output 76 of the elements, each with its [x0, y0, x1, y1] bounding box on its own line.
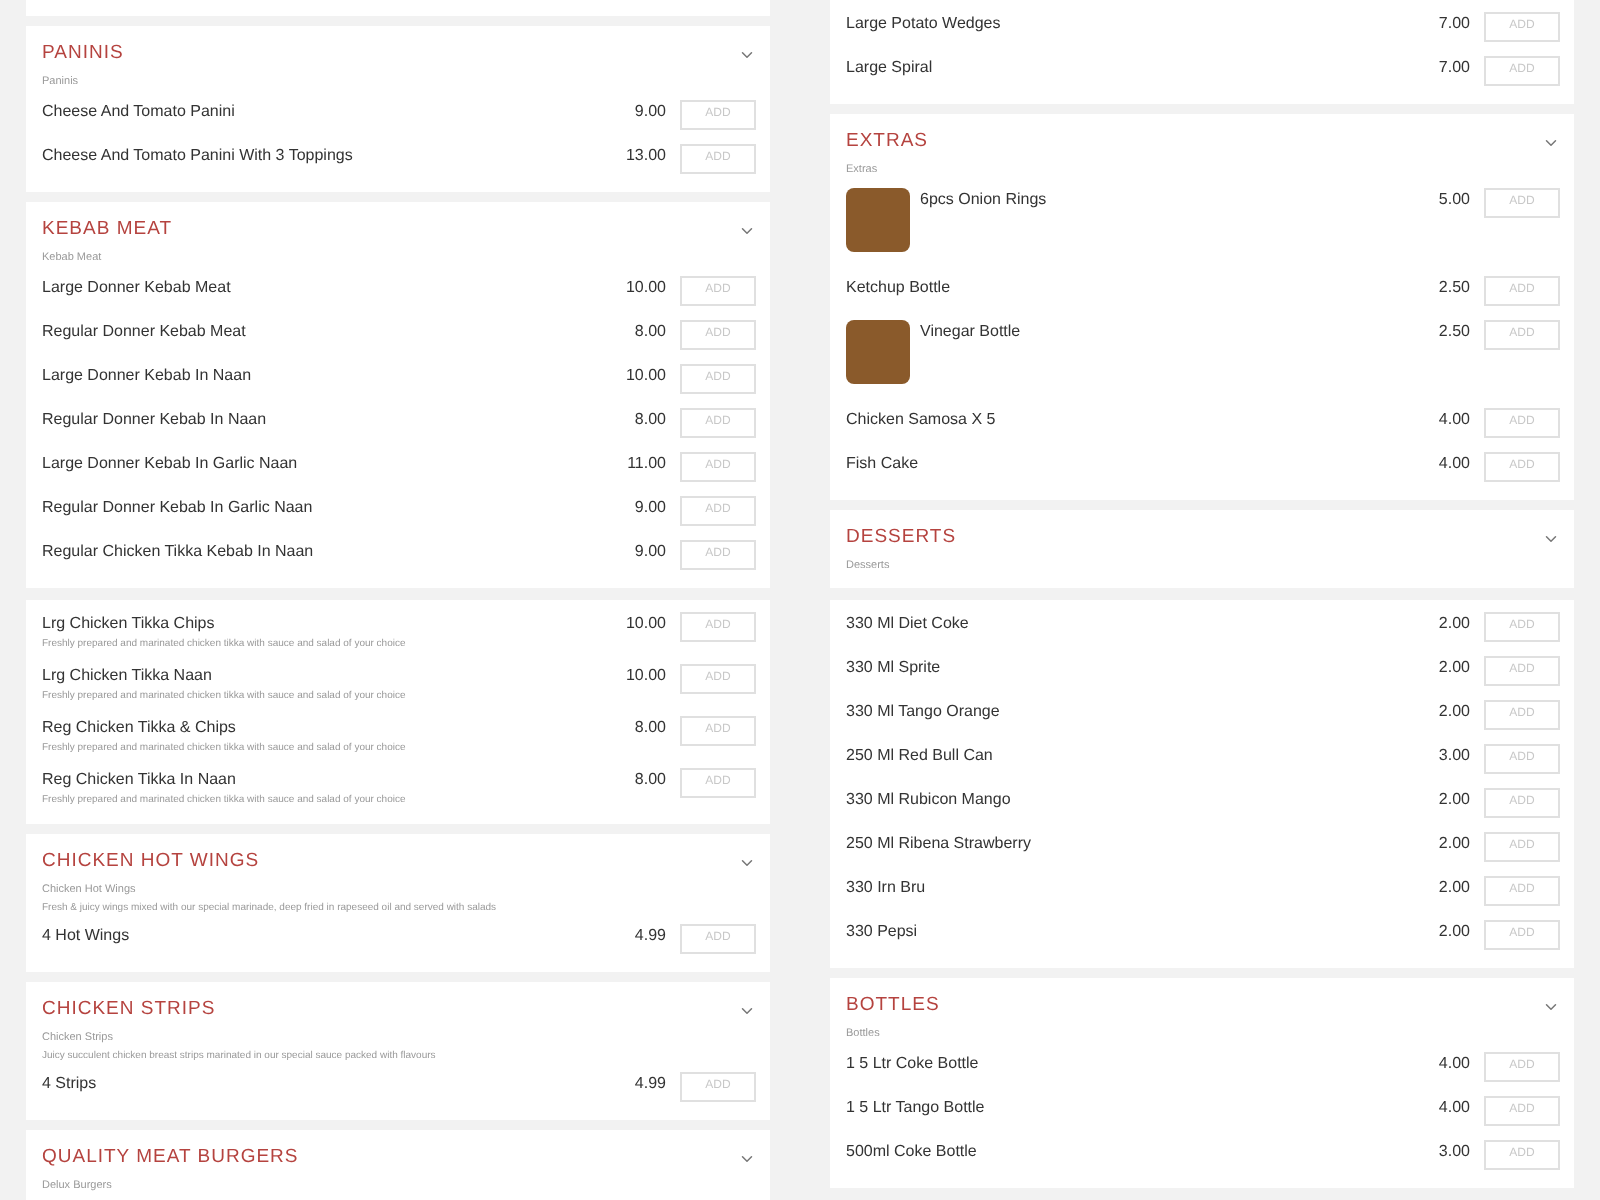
item-name: Cheese And Tomato Panini	[42, 100, 237, 124]
item-price: 9.00	[634, 100, 666, 124]
item-name: Vinegar Bottle	[920, 320, 1023, 344]
item-price: 8.00	[634, 320, 666, 344]
item-price: 2.50	[1438, 276, 1470, 300]
category-title: CHICKEN HOT WINGS	[42, 847, 260, 876]
item-price: 2.00	[1438, 920, 1470, 944]
item-name: 250 Ml Red Bull Can	[846, 744, 995, 768]
category-title: BOTTLES	[846, 991, 940, 1020]
item-name: 4 Hot Wings	[42, 924, 132, 948]
item-price: 5.00	[1438, 188, 1470, 212]
category-title: DESSERTS	[846, 523, 957, 552]
item-name: 330 Pepsi	[846, 920, 920, 944]
item-price: 2.00	[1438, 832, 1470, 856]
item-price: 4.00	[1438, 452, 1470, 476]
item-price: 7.00	[1438, 12, 1470, 36]
category-title: EXTRAS	[846, 127, 929, 156]
item-price: 2.50	[1438, 320, 1470, 344]
item-name: Large Potato Wedges	[846, 12, 1003, 36]
item-price: 4.00	[1438, 408, 1470, 432]
item-name: Regular Donner Kebab In Naan	[42, 408, 269, 432]
item-price: 4.00	[1438, 1096, 1470, 1120]
item-name: 330 Ml Sprite	[846, 656, 943, 680]
item-price: 8.00	[634, 768, 666, 792]
category-title: QUALITY MEAT BURGERS	[42, 1143, 299, 1172]
item-name: Regular Donner Kebab Meat	[42, 320, 248, 344]
item-name: Cheese And Tomato Panini With 3 Toppings	[42, 144, 355, 168]
category-title: KEBAB MEAT	[42, 215, 173, 244]
item-name: 6pcs Onion Rings	[920, 188, 1049, 212]
item-price: 2.00	[1438, 612, 1470, 636]
item-price: 13.00	[625, 144, 666, 168]
item-price: 4.00	[1438, 1052, 1470, 1076]
category-title: PANINIS	[42, 39, 124, 68]
item-name: Lrg Chicken Tikka Chips	[42, 612, 217, 636]
item-price: 2.00	[1438, 700, 1470, 724]
item-price: 11.00	[627, 452, 666, 476]
item-name: 330 Ml Tango Orange	[846, 700, 1002, 724]
item-price: 3.00	[1438, 744, 1470, 768]
photo-placeholder	[846, 188, 910, 252]
item-price: 2.00	[1438, 876, 1470, 900]
photo-placeholder	[846, 320, 910, 384]
item-price: 10.00	[625, 364, 666, 388]
item-price: 8.00	[634, 716, 666, 740]
item-price: 2.00	[1438, 656, 1470, 680]
item-price: 9.00	[634, 496, 666, 520]
item-price: 3.00	[1438, 1140, 1470, 1164]
item-name: Large Spiral	[846, 56, 935, 80]
item-name: Regular Chicken Tikka Kebab In Naan	[42, 540, 316, 564]
item-name: Ketchup Bottle	[846, 276, 953, 300]
item-name: 330 Irn Bru	[846, 876, 928, 900]
item-name: 4 Strips	[42, 1072, 99, 1096]
item-price: 9.00	[634, 540, 666, 564]
item-name: 330 Ml Diet Coke	[846, 612, 971, 636]
item-price: 4.99	[634, 1072, 666, 1096]
item-name: Reg Chicken Tikka In Naan	[42, 768, 238, 792]
item-name: Reg Chicken Tikka & Chips	[42, 716, 238, 740]
item-price: 7.00	[1438, 56, 1470, 80]
item-price: 10.00	[625, 664, 666, 688]
item-name: Lrg Chicken Tikka Naan	[42, 664, 214, 688]
item-name: Large Donner Kebab Meat	[42, 276, 233, 300]
category-title: CHICKEN STRIPS	[42, 995, 216, 1024]
item-price: 2.00	[1438, 788, 1470, 812]
item-name: 250 Ml Ribena Strawberry	[846, 832, 1033, 856]
item-name: 500ml Coke Bottle	[846, 1140, 979, 1164]
item-price: 8.00	[634, 408, 666, 432]
item-name: Chicken Samosa X 5	[846, 408, 998, 432]
item-name: Fish Cake	[846, 452, 921, 476]
item-name: Large Donner Kebab In Garlic Naan	[42, 452, 300, 476]
item-price: 10.00	[625, 276, 666, 300]
item-price: 4.99	[634, 924, 666, 948]
item-name: Large Donner Kebab In Naan	[42, 364, 254, 388]
item-name: 1 5 Ltr Tango Bottle	[846, 1096, 987, 1120]
item-name: Regular Donner Kebab In Garlic Naan	[42, 496, 315, 520]
item-price: 10.00	[625, 612, 666, 636]
item-name: 1 5 Ltr Coke Bottle	[846, 1052, 981, 1076]
item-name: 330 Ml Rubicon Mango	[846, 788, 1013, 812]
